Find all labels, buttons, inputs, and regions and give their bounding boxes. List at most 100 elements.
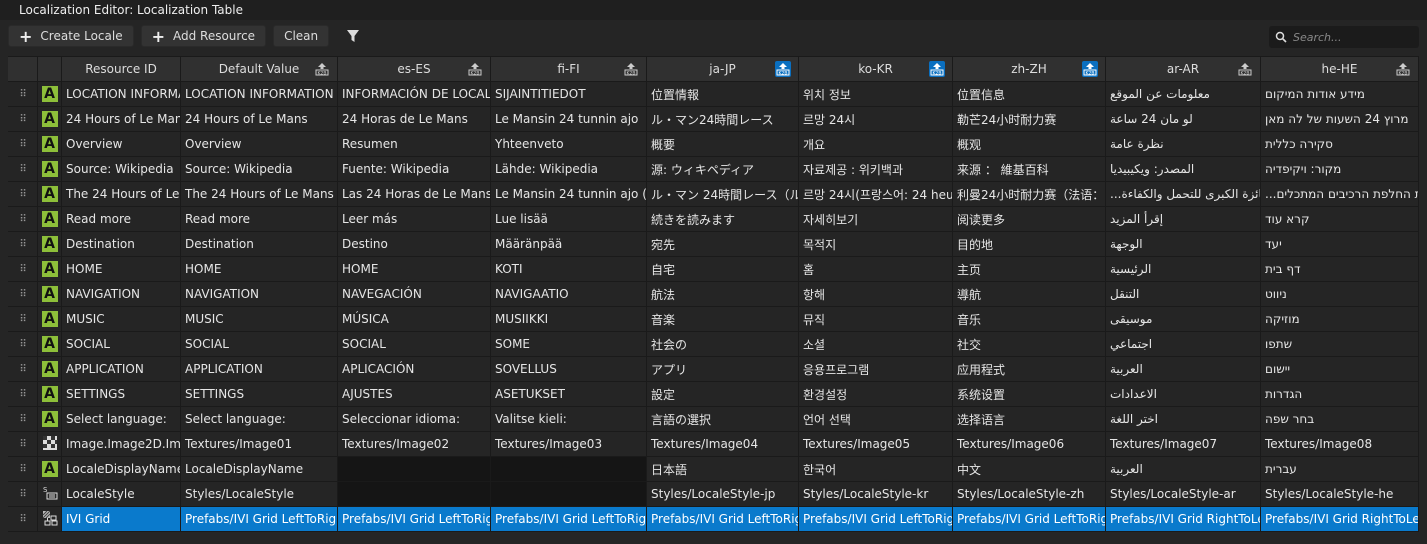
value-cell-ko-kr[interactable]: 환경설정 <box>799 382 953 406</box>
table-row[interactable]: ⠿ IVI Grid Prefabs/IVI Grid LeftToRight Pre… <box>8 507 1419 532</box>
value-cell-ja-jp[interactable]: 設定 <box>647 382 799 406</box>
drag-handle-icon[interactable]: ⠿ <box>8 132 38 156</box>
value-cell-fi-fi[interactable]: SIJAINTITIEDOT <box>491 82 647 106</box>
value-cell-default-value[interactable]: Textures/Image01 <box>181 432 338 456</box>
table-row[interactable]: ⠿ A 24 Hours of Le Mans 24 Hours of Le Mans… <box>8 107 1419 132</box>
value-cell-ar-ar[interactable]: المصدر: ويكيبيديا <box>1106 157 1261 181</box>
table-row[interactable]: ⠿ A Read more Read more Leer más Lue lisää 続きを… <box>8 207 1419 232</box>
value-cell-he-he[interactable]: Prefabs/IVI Grid RightToLeft <box>1261 507 1419 531</box>
drag-handle-icon[interactable]: ⠿ <box>8 282 38 306</box>
resource-id-cell[interactable]: Overview <box>62 132 181 156</box>
value-cell-he-he[interactable]: סקירה כללית <box>1261 132 1419 156</box>
value-cell-ja-jp[interactable]: 概要 <box>647 132 799 156</box>
table-row[interactable]: ⠿ A Source: Wikipedia Source: Wikipedia Fuen… <box>8 157 1419 182</box>
table-row[interactable]: ⠿ A MUSIC MUSIC MÚSICA MUSIIKKI 音楽 뮤직 音乐 موسيقى מו… <box>8 307 1419 332</box>
value-cell-es-es[interactable] <box>338 457 491 481</box>
value-cell-ko-kr[interactable]: 응용프로그램 <box>799 357 953 381</box>
value-cell-ko-kr[interactable]: 위치 정보 <box>799 82 953 106</box>
value-cell-ja-jp[interactable]: 源: ウィキペディア <box>647 157 799 181</box>
value-cell-ko-kr[interactable]: 소셜 <box>799 332 953 356</box>
table-row[interactable]: ⠿ A APPLICATION APPLICATION APLICACIÓN SOVELL… <box>8 357 1419 382</box>
value-cell-ja-jp[interactable]: Textures/Image04 <box>647 432 799 456</box>
value-cell-zh-zh[interactable]: 阅读更多 <box>953 207 1106 231</box>
filter-icon[interactable] <box>346 29 360 43</box>
resource-id-cell[interactable]: SOCIAL <box>62 332 181 356</box>
value-cell-default-value[interactable]: SOCIAL <box>181 332 338 356</box>
value-cell-ar-ar[interactable]: إقرأ المزيد <box>1106 207 1261 231</box>
column-header-he-he[interactable]: he-HE K2B <box>1261 57 1419 81</box>
value-cell-ar-ar[interactable]: العربية <box>1106 357 1261 381</box>
table-row[interactable]: ⠿ A NAVIGATION NAVIGATION NAVEGACIÓN NAVIGAAT… <box>8 282 1419 307</box>
value-cell-zh-zh[interactable]: 中文 <box>953 457 1106 481</box>
export-k2b-icon[interactable]: K2B <box>467 61 483 77</box>
value-cell-ar-ar[interactable]: الجائزة الكبرى للتحمل والكفاءة... <box>1106 182 1261 206</box>
value-cell-ko-kr[interactable]: 목적지 <box>799 232 953 256</box>
value-cell-ko-kr[interactable]: 뮤직 <box>799 307 953 331</box>
search-input[interactable]: Search... <box>1269 26 1419 48</box>
value-cell-he-he[interactable]: יעד <box>1261 232 1419 256</box>
value-cell-fi-fi[interactable]: Prefabs/IVI Grid LeftToRight <box>491 507 647 531</box>
column-header-resource-id[interactable]: Resource ID <box>62 57 181 81</box>
drag-handle-icon[interactable]: ⠿ <box>8 207 38 231</box>
value-cell-fi-fi[interactable]: Lue lisää <box>491 207 647 231</box>
value-cell-ko-kr[interactable]: 항해 <box>799 282 953 306</box>
value-cell-he-he[interactable]: מוזיקה <box>1261 307 1419 331</box>
value-cell-fi-fi[interactable] <box>491 482 647 506</box>
value-cell-ja-jp[interactable]: 社会の <box>647 332 799 356</box>
value-cell-zh-zh[interactable]: 应用程式 <box>953 357 1106 381</box>
resource-id-cell[interactable]: 24 Hours of Le Mans <box>62 107 181 131</box>
export-k2b-icon[interactable]: K2B <box>1395 61 1411 77</box>
value-cell-default-value[interactable]: Styles/LocaleStyle <box>181 482 338 506</box>
value-cell-es-es[interactable]: Destino <box>338 232 491 256</box>
value-cell-he-he[interactable]: קרא עוד <box>1261 207 1419 231</box>
clean-button[interactable]: Clean <box>273 25 330 47</box>
value-cell-es-es[interactable]: HOME <box>338 257 491 281</box>
resource-id-cell[interactable]: LOCATION INFORMATION <box>62 82 181 106</box>
column-header-ja-jp[interactable]: ja-JP K2B <box>647 57 799 81</box>
value-cell-zh-zh[interactable]: Textures/Image06 <box>953 432 1106 456</box>
drag-handle-icon[interactable]: ⠿ <box>8 182 38 206</box>
value-cell-zh-zh[interactable]: 位置信息 <box>953 82 1106 106</box>
value-cell-zh-zh[interactable]: 选择语言 <box>953 407 1106 431</box>
value-cell-ko-kr[interactable]: 자료제공 : 위키백과 <box>799 157 953 181</box>
resource-id-cell[interactable]: APPLICATION <box>62 357 181 381</box>
value-cell-he-he[interactable]: יישום <box>1261 357 1419 381</box>
resource-id-cell[interactable]: LocaleStyle <box>62 482 181 506</box>
table-row[interactable]: ⠿ A LocaleDisplayName LocaleDisplayName 日本語 한… <box>8 457 1419 482</box>
value-cell-es-es[interactable]: Las 24 Horas de Le Mans (24 <box>338 182 491 206</box>
value-cell-ko-kr[interactable]: 개요 <box>799 132 953 156</box>
value-cell-he-he[interactable]: Styles/LocaleStyle-he <box>1261 482 1419 506</box>
value-cell-he-he[interactable]: מרוץ 24 השעות של לה מאן <box>1261 107 1419 131</box>
value-cell-fi-fi[interactable] <box>491 457 647 481</box>
value-cell-zh-zh[interactable]: 利曼24小时耐力赛（法语： <box>953 182 1106 206</box>
export-k2b-icon[interactable]: K2B <box>1237 61 1253 77</box>
value-cell-zh-zh[interactable]: 系统设置 <box>953 382 1106 406</box>
resource-id-cell[interactable]: NAVIGATION <box>62 282 181 306</box>
value-cell-ja-jp[interactable]: ル・マン24時間レース <box>647 107 799 131</box>
value-cell-ko-kr[interactable]: 자세히보기 <box>799 207 953 231</box>
value-cell-fi-fi[interactable]: Määränpää <box>491 232 647 256</box>
drag-handle-icon[interactable]: ⠿ <box>8 257 38 281</box>
value-cell-he-he[interactable]: ת החלפת הרכיבים המתכלים... <box>1261 182 1419 206</box>
value-cell-fi-fi[interactable]: SOME <box>491 332 647 356</box>
value-cell-fi-fi[interactable]: Le Mansin 24 tunnin ajo <box>491 107 647 131</box>
value-cell-default-value[interactable]: HOME <box>181 257 338 281</box>
value-cell-ja-jp[interactable]: ル・マン 24時間レース（ル・マン <box>647 182 799 206</box>
value-cell-zh-zh[interactable]: 導航 <box>953 282 1106 306</box>
value-cell-default-value[interactable]: LocaleDisplayName <box>181 457 338 481</box>
value-cell-fi-fi[interactable]: MUSIIKKI <box>491 307 647 331</box>
value-cell-he-he[interactable]: שתפו <box>1261 332 1419 356</box>
column-header-zh-zh[interactable]: zh-ZH K2B <box>953 57 1106 81</box>
value-cell-fi-fi[interactable]: Textures/Image03 <box>491 432 647 456</box>
value-cell-ar-ar[interactable]: الرئيسية <box>1106 257 1261 281</box>
drag-handle-icon[interactable]: ⠿ <box>8 307 38 331</box>
value-cell-default-value[interactable]: NAVIGATION <box>181 282 338 306</box>
resource-id-cell[interactable]: Read more <box>62 207 181 231</box>
value-cell-ar-ar[interactable]: الوجهة <box>1106 232 1261 256</box>
value-cell-default-value[interactable]: Source: Wikipedia <box>181 157 338 181</box>
resource-id-cell[interactable]: HOME <box>62 257 181 281</box>
value-cell-ar-ar[interactable]: معلومات عن الموقع <box>1106 82 1261 106</box>
value-cell-ja-jp[interactable]: アプリ <box>647 357 799 381</box>
drag-handle-icon[interactable]: ⠿ <box>8 382 38 406</box>
resource-id-cell[interactable]: IVI Grid <box>62 507 181 531</box>
